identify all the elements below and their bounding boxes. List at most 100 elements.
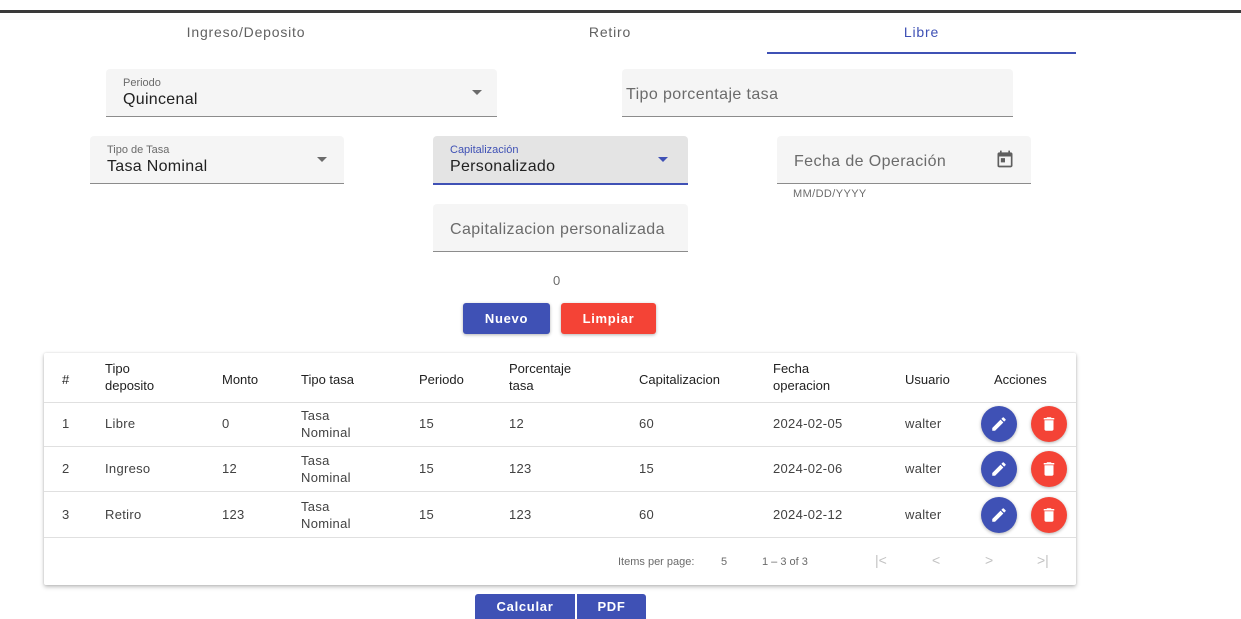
tab-retiro[interactable]: Retiro [460,24,760,54]
periodo-label: Periodo [123,77,161,89]
cell-usuario: walter [905,416,942,431]
edit-button[interactable] [981,497,1017,533]
cell-porcentaje: 12 [509,416,525,431]
cell-line: Nominal [301,516,351,531]
cell-fecha: 2024-02-12 [773,507,843,522]
periodo-value: Quincenal [123,91,198,108]
header-tipo-deposito: Tipo deposito [105,360,154,394]
first-page-icon[interactable]: |< [875,552,887,568]
cell-tipo-tasa: Tasa Nominal [301,498,351,532]
delete-button[interactable] [1031,406,1067,442]
cell-periodo: 15 [419,416,435,431]
fecha-operacion-placeholder: Fecha de Operación [794,153,947,170]
calcular-button[interactable]: Calcular [475,594,575,619]
fecha-operacion-hint: MM/DD/YYYY [793,188,867,200]
capitalizacion-personalizada-placeholder: Capitalizacion personalizada [450,221,665,238]
row-divider [44,491,1076,492]
row-divider [44,537,1076,538]
cell-num: 1 [62,416,70,431]
cell-line: Tasa [301,499,330,514]
tipo-tasa-value: Tasa Nominal [107,158,208,175]
header-periodo: Periodo [419,372,464,387]
tipo-porcentaje-tasa-placeholder: Tipo porcentaje tasa [626,86,779,103]
periodo-select[interactable]: Periodo Quincenal [106,69,497,117]
tab-libre[interactable]: Libre [767,24,1076,54]
delete-button[interactable] [1031,451,1067,487]
prev-page-icon[interactable]: < [932,552,940,568]
dropdown-arrow-icon [472,90,482,95]
cell-num: 3 [62,507,70,522]
delete-icon [1043,508,1055,522]
cell-monto: 0 [222,416,230,431]
delete-icon [1043,462,1055,476]
cell-usuario: walter [905,507,942,522]
header-capitalizacion: Capitalizacion [639,372,720,387]
cell-tipo-tasa: Tasa Nominal [301,452,351,486]
header-monto: Monto [222,372,259,387]
cell-line: Nominal [301,470,351,485]
next-page-icon[interactable]: > [985,552,993,568]
row-divider [44,402,1076,403]
cell-porcentaje: 123 [509,461,532,476]
cell-line: Nominal [301,425,351,440]
tipo-porcentaje-tasa-input[interactable]: Tipo porcentaje tasa [622,69,1013,117]
cell-capitalizacion: 60 [639,416,655,431]
cell-tipo: Libre [105,416,136,431]
edit-button[interactable] [981,451,1017,487]
header-fecha-operacion: Fecha operacion [773,360,830,394]
items-per-page-select[interactable]: 5 [721,556,727,568]
counter-value: 0 [553,273,561,288]
header-line: Fecha [773,361,810,376]
cell-capitalizacion: 15 [639,461,655,476]
cell-periodo: 15 [419,507,435,522]
delete-icon [1043,417,1055,431]
active-tab-indicator [767,52,1076,54]
header-porcentaje-tasa: Porcentaje tasa [509,360,571,394]
pdf-button[interactable]: PDF [577,594,646,619]
edit-button[interactable] [981,406,1017,442]
cell-tipo-tasa: Tasa Nominal [301,407,351,441]
dropdown-arrow-icon [317,157,327,162]
nuevo-button[interactable]: Nuevo [463,303,550,334]
header-line: deposito [105,378,155,393]
capitalizacion-personalizada-input[interactable]: Capitalizacion personalizada [433,204,688,252]
cell-num: 2 [62,461,70,476]
header-line: Porcentaje [509,361,572,376]
cell-tipo: Retiro [105,507,142,522]
capitalizacion-label: Capitalización [450,144,519,156]
tipo-tasa-select[interactable]: Tipo de Tasa Tasa Nominal [90,136,344,184]
row-divider [44,446,1076,447]
cell-porcentaje: 123 [509,507,532,522]
edit-icon [992,462,1006,476]
results-table: # Tipo deposito Monto Tipo tasa Periodo … [44,353,1076,585]
last-page-icon[interactable]: >| [1037,552,1049,568]
header-line: operacion [773,378,831,393]
header-acciones: Acciones [994,372,1047,387]
header-line: tasa [509,378,534,393]
cell-usuario: walter [905,461,942,476]
delete-button[interactable] [1031,497,1067,533]
cell-periodo: 15 [419,461,435,476]
capitalizacion-value: Personalizado [450,158,556,175]
cell-monto: 123 [222,507,245,522]
calendar-icon[interactable] [995,149,1015,169]
edit-icon [992,508,1006,522]
header-usuario: Usuario [905,372,950,387]
tab-ingreso-deposito[interactable]: Ingreso/Deposito [96,24,396,54]
cell-line: Tasa [301,408,330,423]
dropdown-arrow-icon [658,157,668,162]
cell-fecha: 2024-02-06 [773,461,843,476]
edit-icon [992,417,1006,431]
header-num: # [62,372,70,387]
limpiar-button[interactable]: Limpiar [561,303,656,334]
items-per-page-label: Items per page: [618,556,695,568]
tipo-tasa-label: Tipo de Tasa [107,144,170,156]
cell-fecha: 2024-02-05 [773,416,843,431]
fecha-operacion-input[interactable]: Fecha de Operación [777,136,1031,184]
cell-capitalizacion: 60 [639,507,655,522]
capitalizacion-select[interactable]: Capitalización Personalizado [433,136,688,185]
cell-monto: 12 [222,461,238,476]
paginator-range: 1 – 3 of 3 [762,556,808,568]
page: Ingreso/Deposito Retiro Libre Periodo Qu… [0,0,1241,619]
top-divider [0,10,1241,13]
